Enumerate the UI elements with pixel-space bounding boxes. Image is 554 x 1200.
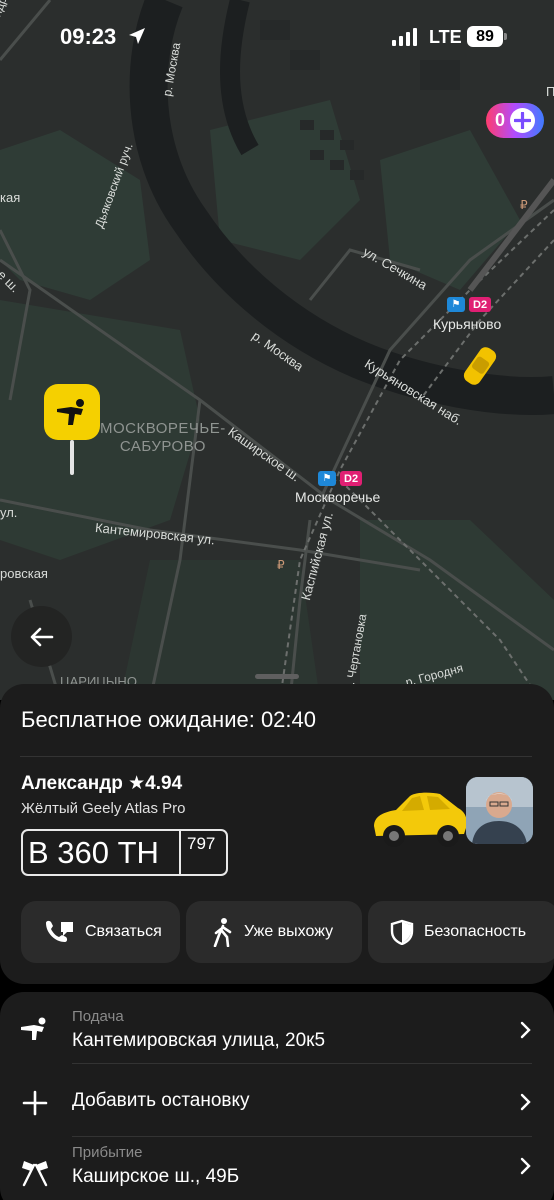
arrow-left-icon (30, 627, 53, 646)
driver-avatar[interactable] (466, 777, 533, 844)
ruble-icon: ₽ (277, 558, 285, 572)
map-label-district: МОСКВОРЕЧЬЕ- САБУРОВО (100, 420, 226, 456)
line-badge: D2 (340, 471, 363, 486)
route-arrival-row[interactable]: Прибытие Каширское ш., 49Б (0, 1140, 554, 1200)
phone-chat-icon (46, 920, 73, 942)
metro-icon: ⚑ (447, 297, 465, 312)
ruble-icon: ₽ (520, 198, 528, 212)
plus-icon (510, 108, 536, 133)
metro-icon: ⚑ (318, 471, 336, 486)
battery-icon: 89 (467, 26, 503, 47)
chevron-right-icon (520, 1021, 531, 1039)
pickup-pin-stem (70, 440, 74, 475)
map-label-left-kaya: кая (0, 190, 21, 205)
plate-number: В 360 ТН (23, 831, 181, 874)
station-moskvorechye[interactable]: Москворечье (295, 489, 380, 505)
route-card: Подача Кантемировская улица, 20к5 Добави… (0, 992, 554, 1200)
pickup-pin[interactable] (44, 384, 100, 440)
route-pickup-row[interactable]: Подача Кантемировская улица, 20к5 (0, 994, 554, 1062)
divider (72, 1136, 532, 1137)
plus-icon (20, 1088, 50, 1118)
pickup-hand-icon (57, 399, 84, 425)
contact-label: Связаться (85, 923, 162, 940)
map-label-left-rovskaya: ровская (0, 566, 48, 581)
station-badges-kuryanovo: ⚑ D2 (447, 297, 492, 312)
car-image (374, 792, 467, 847)
plate-region: 797 (187, 834, 216, 853)
status-bar: 09:23 LTE 89 (0, 0, 554, 76)
signal-icon (392, 28, 417, 46)
arrival-address: Каширское ш., 49Б (72, 1166, 240, 1187)
add-stop-label: Добавить остановку (72, 1090, 250, 1111)
district-line-1: МОСКВОРЕЧЬЕ- (100, 420, 226, 437)
chevron-right-icon (520, 1093, 531, 1111)
divider (72, 1063, 532, 1064)
station-badges-moskvorechye: ⚑ D2 (318, 471, 363, 486)
divider (20, 756, 532, 757)
map-label-left-ul: ул. (0, 505, 18, 520)
add-stop-row[interactable]: Добавить остановку (0, 1066, 554, 1134)
coming-out-button[interactable]: Уже выхожу (186, 901, 362, 963)
map[interactable]: пр. Андропова р. Москва Дьяковский руч. … (0, 0, 554, 700)
pickup-caption: Подача (72, 1008, 124, 1025)
safety-label: Безопасность (424, 923, 527, 940)
chevron-right-icon (520, 1157, 531, 1175)
location-arrow-icon (129, 28, 145, 44)
contact-button[interactable]: Связаться (21, 901, 180, 963)
pickup-address: Кантемировская улица, 20к5 (72, 1030, 326, 1051)
shield-icon (390, 919, 414, 945)
finish-flags-icon (20, 1158, 50, 1188)
driver-name-rating: Александр ★4.94 (21, 773, 183, 794)
plus-points-value: 0 (495, 110, 506, 130)
walking-person-icon (213, 918, 232, 947)
sheet-grabber[interactable] (255, 674, 299, 679)
action-buttons: Связаться Уже выхожу Безопасность (21, 901, 554, 963)
battery-level: 89 (476, 27, 494, 45)
line-badge: D2 (469, 297, 492, 312)
network-type: LTE (429, 27, 462, 47)
battery-cap (504, 33, 507, 40)
station-kuryanovo[interactable]: Курьяново (433, 316, 501, 332)
license-plate: В 360 ТН 797 (21, 829, 228, 876)
district-line-2: САБУРОВО (119, 438, 206, 455)
map-label-top-right: П (546, 84, 554, 99)
safety-button[interactable]: Безопасность (368, 901, 554, 963)
coming-out-label: Уже выхожу (244, 923, 334, 940)
back-button[interactable] (11, 606, 72, 667)
waiting-title: Бесплатное ожидание: 02:40 (21, 707, 317, 732)
car-model: Жёлтый Geely Atlas Pro (21, 800, 186, 817)
arrival-caption: Прибытие (72, 1144, 143, 1161)
status-time: 09:23 (60, 24, 117, 49)
pickup-hand-icon (20, 1014, 50, 1044)
plus-points-badge[interactable]: 0 (486, 103, 544, 138)
